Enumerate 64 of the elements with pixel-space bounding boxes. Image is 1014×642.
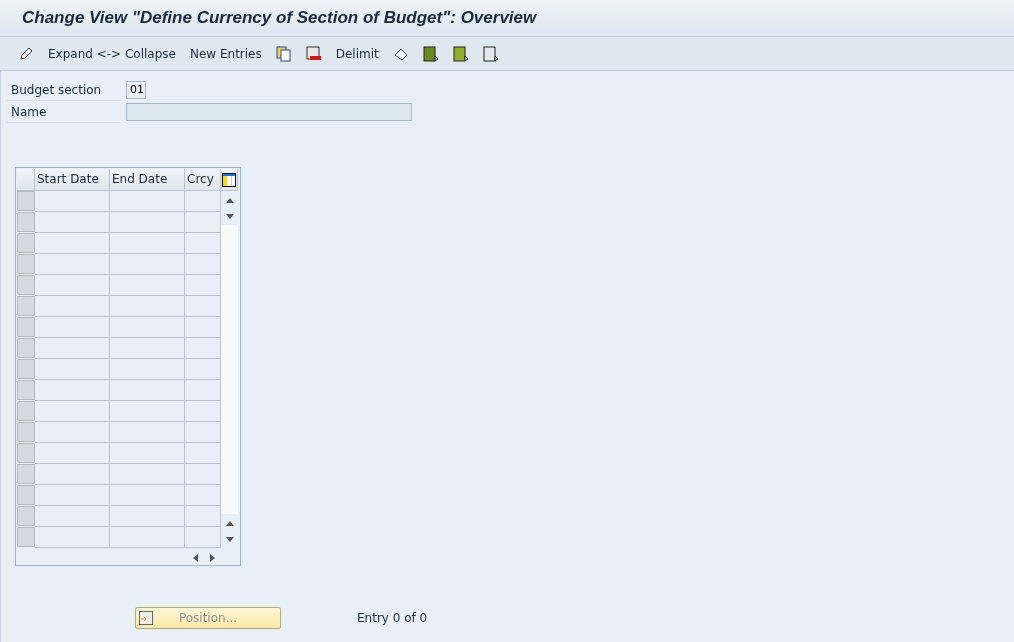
down-arrow-icon xyxy=(225,536,234,543)
columns-icon xyxy=(222,172,236,187)
field-label: Budget section xyxy=(7,79,121,101)
row-selector[interactable] xyxy=(17,422,35,442)
row-selector[interactable] xyxy=(17,275,35,295)
copy-icon xyxy=(275,45,292,62)
toolbar-button[interactable]: New Entries xyxy=(185,44,266,63)
row-selector[interactable] xyxy=(17,254,35,274)
select-all-icon xyxy=(422,45,439,62)
field-label: Name xyxy=(7,101,121,123)
input-field[interactable]: 01 xyxy=(126,81,146,99)
row-selector[interactable] xyxy=(17,464,35,484)
toolbar-button[interactable]: Delimit xyxy=(331,44,383,63)
scroll-down-button[interactable] xyxy=(221,208,238,225)
table-cell xyxy=(185,464,221,485)
select-all-cell[interactable] xyxy=(17,169,35,191)
row-selector[interactable] xyxy=(17,233,35,253)
row-selector[interactable] xyxy=(17,485,35,505)
pencil-icon xyxy=(18,45,34,62)
vertical-scrollbar[interactable] xyxy=(221,191,238,548)
toolbar-button[interactable]: Expand <-> Collapse xyxy=(44,44,180,63)
table-cell xyxy=(185,296,221,317)
scroll-up-button[interactable] xyxy=(221,191,238,208)
delete-row-icon xyxy=(305,45,322,62)
row-selector[interactable] xyxy=(17,506,35,526)
up-arrow-icon xyxy=(225,196,234,203)
table-cell xyxy=(185,212,221,233)
up-arrow-icon xyxy=(225,519,234,526)
table-cell xyxy=(185,401,221,422)
table-cell xyxy=(185,527,221,548)
column-header[interactable]: Crcy xyxy=(185,169,221,191)
select-block-icon xyxy=(452,45,469,62)
table-cell xyxy=(185,380,221,401)
table-cell xyxy=(185,422,221,443)
table-cell xyxy=(185,359,221,380)
table-cell xyxy=(185,485,221,506)
input-field[interactable] xyxy=(126,103,412,121)
row-selector[interactable] xyxy=(17,296,35,316)
column-settings-button[interactable] xyxy=(221,169,238,191)
row-selector[interactable] xyxy=(17,401,35,421)
window-title: Change View "Define Currency of Section of Budget": Overview xyxy=(22,8,537,28)
entry-count: Entry 0 of 0 xyxy=(357,611,428,625)
table-cell xyxy=(185,338,221,359)
row-selector[interactable] xyxy=(17,443,35,463)
row-selector[interactable] xyxy=(17,527,35,547)
table-cell xyxy=(185,443,221,464)
row-selector[interactable] xyxy=(17,317,35,337)
deselect-icon xyxy=(482,45,499,62)
scroll-up-button[interactable] xyxy=(221,514,238,531)
row-selector[interactable] xyxy=(17,338,35,358)
table-cell xyxy=(185,317,221,338)
table-cell xyxy=(185,254,221,275)
down-arrow-icon xyxy=(225,213,234,220)
row-selector[interactable] xyxy=(17,212,35,232)
column-header[interactable]: Start Date xyxy=(35,169,110,191)
position-icon xyxy=(139,611,153,625)
table-cell xyxy=(185,275,221,296)
row-selector[interactable] xyxy=(17,191,35,211)
table-cell xyxy=(185,191,221,212)
column-header[interactable]: End Date xyxy=(110,169,185,191)
row-selector[interactable] xyxy=(17,359,35,379)
row-selector[interactable] xyxy=(17,380,35,400)
table-cell xyxy=(185,233,221,254)
table-cell xyxy=(185,506,221,527)
